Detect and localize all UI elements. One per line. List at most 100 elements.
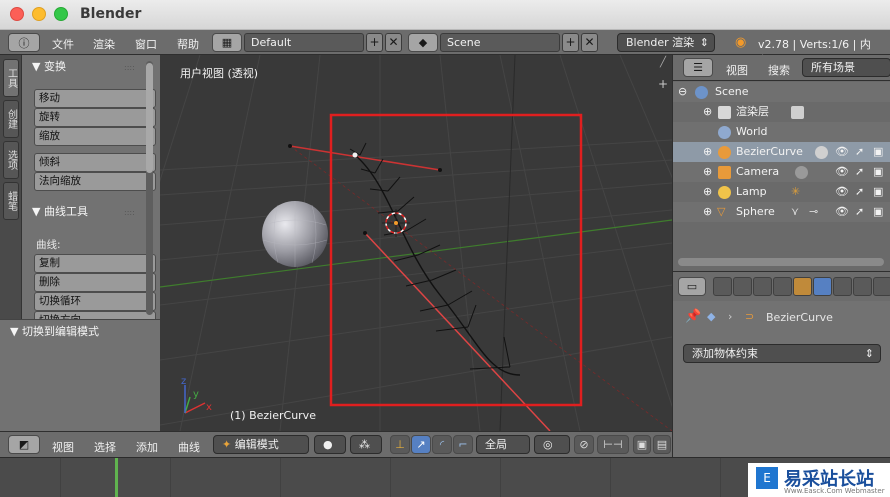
editor-type-properties-button[interactable]: ▭ [678,277,706,296]
add-scene-button[interactable]: + [562,33,579,52]
tilt-button[interactable]: 倾斜 [34,153,156,172]
camera-render-icon[interactable]: ▣ [873,202,883,222]
switch-direction-button[interactable]: 切换方向 [34,311,156,319]
x-axis-line [160,219,672,288]
render-tab-icon[interactable] [713,277,732,296]
tool-shelf-scrollbar[interactable] [146,61,153,315]
outliner-row-render-layers[interactable]: ⊕ 渲染层 [673,102,890,122]
delete-button[interactable]: 删除 [34,273,156,292]
menu-select[interactable]: 选择 [94,439,116,455]
outliner-menu-search[interactable]: 搜索 [768,62,790,78]
outliner-scrollbar[interactable] [678,258,884,266]
transform-panel-header[interactable]: ▼ 变换 [22,57,160,77]
material-tab-icon[interactable] [873,277,890,296]
tab-options[interactable]: 选项 [3,141,19,179]
orientation-dropdown[interactable]: 全局 [476,435,530,454]
delete-scene-button[interactable]: ✕ [581,33,598,52]
editor-type-3dview-button[interactable]: ◩ [8,435,40,454]
screen-layout-icon[interactable]: ▦ [212,33,242,52]
minimize-window-button[interactable] [32,7,46,21]
shading-dropdown[interactable]: ● [314,435,346,454]
snap-toggle-icon[interactable]: ⊘ [574,435,594,454]
scene-field[interactable]: Scene [440,33,560,52]
outliner-menu-view[interactable]: 视图 [726,62,748,78]
render-engine-dropdown[interactable]: Blender 渲染 ⇕ [617,33,715,52]
world-tab-icon[interactable] [773,277,792,296]
menu-add[interactable]: 添加 [136,439,158,455]
camera-render-icon[interactable]: ▣ [873,182,883,202]
cursor-select-icon[interactable]: ➚ [855,202,864,222]
timeline-current-frame[interactable] [115,458,118,497]
operator-panel-header[interactable]: ▼ 切换到编辑模式 [0,322,160,342]
render-layers-tab-icon[interactable] [733,277,752,296]
menu-view[interactable]: 视图 [52,439,74,455]
pin-icon[interactable]: 📌 [685,309,701,324]
add-constraint-dropdown[interactable]: 添加物体约束 ⇕ [683,344,881,363]
delete-layout-button[interactable]: ✕ [385,33,402,52]
outliner-display-dropdown[interactable]: 所有场景 [802,58,890,77]
menu-render[interactable]: 渲染 [93,36,115,52]
manipulator-toggle-icon[interactable]: ⊥ [390,435,410,454]
pivot-dropdown[interactable]: ⁂ [350,435,382,454]
duplicate-button[interactable]: 复制 [34,254,156,273]
toggle-cyclic-button[interactable]: 切换循环 [34,292,156,311]
rotate-button[interactable]: 旋转 [34,108,156,127]
add-layout-button[interactable]: + [366,33,383,52]
render-preview-icon[interactable]: ▣ [633,435,651,454]
editor-type-info-button[interactable]: ⓘ [8,33,40,52]
tab-tools[interactable]: 工具 [3,59,19,97]
3d-viewport[interactable]: x y z 用户视图 (透视) (1) BezierCurve ╱ + [160,55,672,431]
curve-tools-panel-header[interactable]: ▼ 曲线工具 [22,202,160,222]
rotate-manipulator-icon[interactable]: ◜ [432,435,452,454]
eye-icon[interactable]: 👁 [835,182,849,202]
eye-icon[interactable]: 👁 [835,202,849,222]
move-button[interactable]: 移动 [34,89,156,108]
menu-window[interactable]: 窗口 [135,36,157,52]
axis-gizmo: x y z [181,376,212,414]
modifiers-tab-icon[interactable] [833,277,852,296]
site-logo-icon: E [756,467,778,489]
eye-icon[interactable]: 👁 [835,162,849,182]
editor-type-outliner-button[interactable]: ☰ [683,58,713,77]
eye-icon[interactable]: 👁 [835,142,849,162]
tab-create[interactable]: 创建 [3,100,19,138]
scrollbar-thumb[interactable] [146,63,153,173]
properties-toggle-icon[interactable]: + [658,77,668,91]
shrink-fatten-button[interactable]: 法向缩放 [34,172,156,191]
sphere-object[interactable] [262,201,328,267]
translate-manipulator-icon[interactable]: ↗ [411,435,431,454]
camera-render-icon[interactable]: ▣ [873,162,883,182]
mode-dropdown[interactable]: ✦ 编辑模式 [213,435,309,454]
proportional-edit-dropdown[interactable]: ◎ [534,435,570,454]
outliner-row-sphere[interactable]: ⊕ ▽ Sphere ⋎ ⊸ 👁 ➚ ▣ [673,202,890,222]
outliner-row-beziercurve[interactable]: ⊕ BezierCurve 👁 ➚ ▣ [673,142,890,162]
camera-render-icon[interactable]: ▣ [873,142,883,162]
constraints-tab-icon[interactable] [813,277,832,296]
bezier-curve[interactable] [288,142,672,431]
close-window-button[interactable] [10,7,24,21]
split-corner-icon[interactable]: ╱ [660,57,670,68]
outliner-row-world[interactable]: World [673,122,890,142]
properties-editor: 📌 ◆ › ⊃ BezierCurve 添加物体约束 ⇕ [672,301,890,457]
object-tab-icon[interactable] [793,277,812,296]
menu-curve[interactable]: 曲线 [178,439,200,455]
snap-element-icon[interactable]: ⊢⊣ [597,435,629,454]
cursor-select-icon[interactable]: ➚ [855,142,864,162]
menu-help[interactable]: 帮助 [177,36,199,52]
render-anim-icon[interactable]: ▤ [653,435,671,454]
maximize-window-button[interactable] [54,7,68,21]
menu-file[interactable]: 文件 [52,36,74,52]
cursor-select-icon[interactable]: ➚ [855,162,864,182]
cursor-select-icon[interactable]: ➚ [855,182,864,202]
scale-button[interactable]: 缩放 [34,127,156,146]
data-tab-icon[interactable] [853,277,872,296]
scene-tab-icon[interactable] [753,277,772,296]
outliner-filter-label: 所有场景 [811,61,855,74]
outliner-row-camera[interactable]: ⊕ Camera 👁 ➚ ▣ [673,162,890,182]
scale-manipulator-icon[interactable]: ⌐ [453,435,473,454]
tab-grease-pencil[interactable]: 蜡笔 [3,182,19,220]
outliner-row-lamp[interactable]: ⊕ Lamp ✳ 👁 ➚ ▣ [673,182,890,202]
scene-icon[interactable]: ◆ [408,33,438,52]
outliner-row-scene[interactable]: ⊖ Scene [673,82,890,102]
layout-field[interactable]: Default [244,33,364,52]
